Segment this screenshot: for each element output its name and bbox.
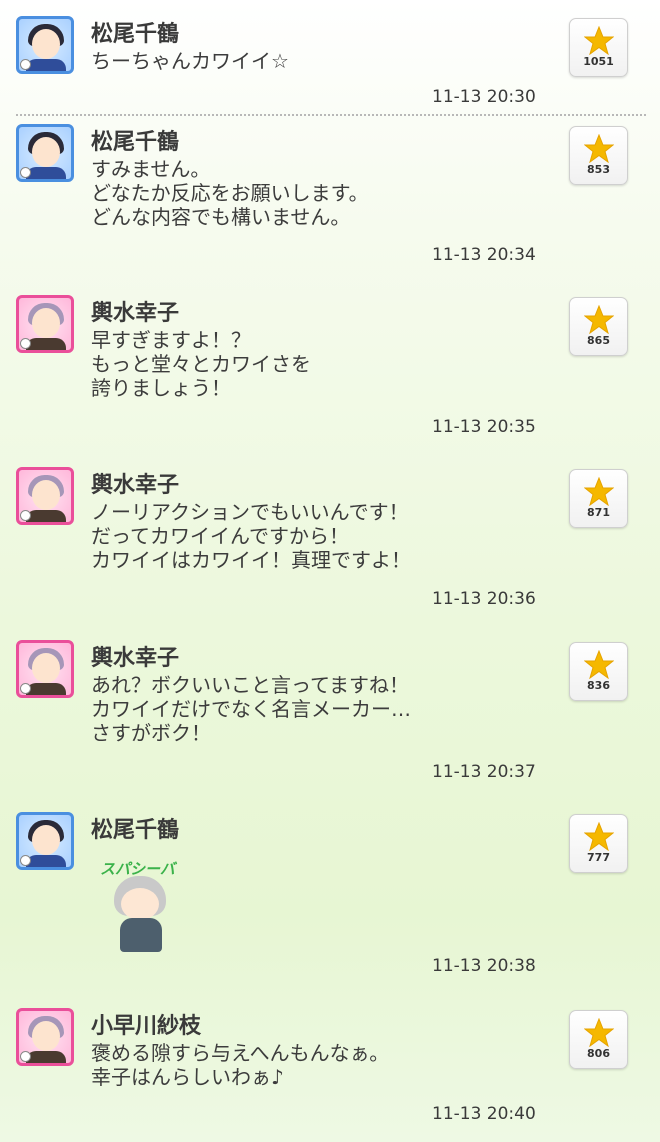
- message-text: 褒める隙すら与えへんもんなぁ。 幸子はんらしいわぁ♪: [91, 1041, 390, 1089]
- star-icon: [584, 822, 614, 851]
- star-icon: [584, 26, 614, 55]
- author-name: 松尾千鶴: [91, 818, 180, 843]
- star-like-button[interactable]: 853: [569, 126, 628, 185]
- avatar[interactable]: [16, 295, 74, 353]
- star-icon: [584, 477, 614, 506]
- star-like-button[interactable]: 806: [569, 1010, 628, 1069]
- timestamp: 11-13 20:38: [432, 956, 536, 976]
- avatar[interactable]: [16, 1008, 74, 1066]
- message-text: あれ？ボクいいこと言ってますね！ カワイイだけでなく名言メーカー… さすがボク！: [91, 673, 411, 745]
- like-count: 806: [587, 1047, 610, 1060]
- avatar[interactable]: [16, 124, 74, 182]
- author-name: 輿水幸子: [91, 473, 180, 498]
- divider: [16, 114, 646, 116]
- star-icon: [584, 134, 614, 163]
- message-feed: 松尾千鶴 ちーちゃんカワイイ☆ 11-13 20:30 1051 松尾千鶴 すみ…: [0, 0, 660, 1142]
- sticker-caption: スパシーバ: [100, 860, 175, 878]
- star-icon: [584, 305, 614, 334]
- message-text: すみません。 どなたか反応をお願いします。 どんな内容でも構いません。: [91, 157, 369, 229]
- like-count: 865: [587, 334, 610, 347]
- timestamp: 11-13 20:36: [432, 589, 536, 609]
- author-name: 小早川紗枝: [91, 1014, 202, 1039]
- like-count: 853: [587, 163, 610, 176]
- like-count: 1051: [583, 55, 614, 68]
- avatar[interactable]: [16, 16, 74, 74]
- like-count: 777: [587, 851, 610, 864]
- avatar[interactable]: [16, 640, 74, 698]
- author-name: 松尾千鶴: [91, 22, 180, 47]
- timestamp: 11-13 20:37: [432, 762, 536, 782]
- message-text: ちーちゃんカワイイ☆: [91, 49, 289, 73]
- star-like-button[interactable]: 871: [569, 469, 628, 528]
- author-name: 輿水幸子: [91, 301, 180, 326]
- timestamp: 11-13 20:30: [432, 87, 536, 107]
- message-text: 早すぎますよ！？ もっと堂々とカワイさを 誇りましょう！: [91, 328, 311, 400]
- message-text: ノーリアクションでもいいんです！ だってカワイイんですから！ カワイイはカワイイ…: [91, 500, 411, 572]
- timestamp: 11-13 20:40: [432, 1104, 536, 1124]
- star-like-button[interactable]: 865: [569, 297, 628, 356]
- avatar[interactable]: [16, 467, 74, 525]
- timestamp: 11-13 20:34: [432, 245, 536, 265]
- star-like-button[interactable]: 1051: [569, 18, 628, 77]
- star-like-button[interactable]: 836: [569, 642, 628, 701]
- like-count: 836: [587, 679, 610, 692]
- avatar[interactable]: [16, 812, 74, 870]
- star-icon: [584, 650, 614, 679]
- sticker-image: スパシーバ: [96, 858, 186, 958]
- like-count: 871: [587, 506, 610, 519]
- star-like-button[interactable]: 777: [569, 814, 628, 873]
- star-icon: [584, 1018, 614, 1047]
- author-name: 輿水幸子: [91, 646, 180, 671]
- author-name: 松尾千鶴: [91, 130, 180, 155]
- timestamp: 11-13 20:35: [432, 417, 536, 437]
